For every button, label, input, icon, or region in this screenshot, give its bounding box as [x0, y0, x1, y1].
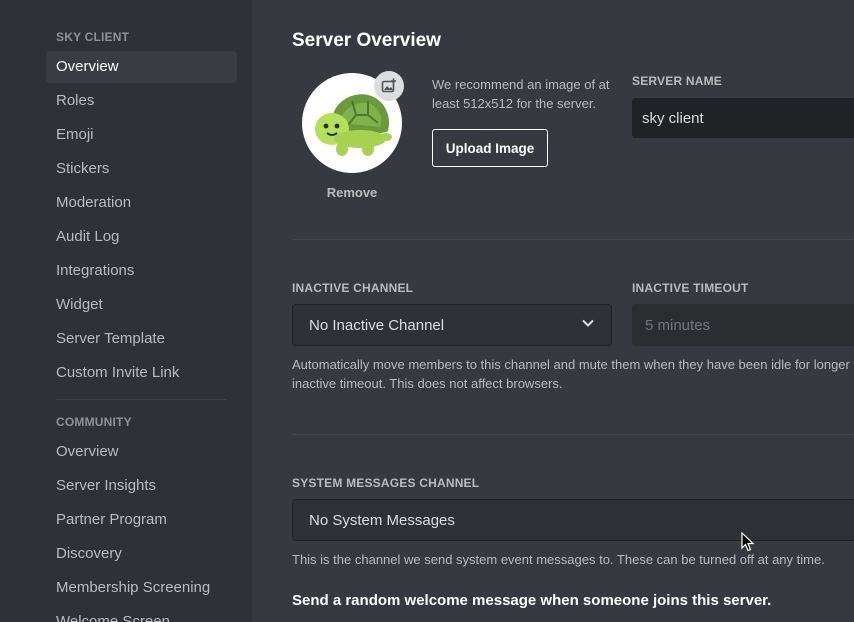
sidebar-item-server-template[interactable]: Server Template — [46, 323, 237, 355]
sidebar-item-welcome-screen[interactable]: Welcome Screen — [46, 606, 237, 622]
inactive-help-line-1: Automatically move members to this chann… — [292, 357, 854, 372]
remove-icon-link[interactable]: Remove — [312, 185, 392, 200]
welcome-message-toggle-label: Send a random welcome message when someo… — [292, 592, 772, 609]
settings-sidebar: SKY CLIENT Overview Roles Emoji Stickers… — [0, 0, 252, 622]
sidebar-item-server-insights[interactable]: Server Insights — [46, 470, 237, 502]
sidebar-item-roles[interactable]: Roles — [46, 85, 237, 117]
section-divider — [292, 434, 854, 435]
inactive-channel-label: INACTIVE CHANNEL — [292, 281, 414, 295]
server-name-input[interactable]: sky client — [632, 98, 854, 138]
chevron-down-icon — [581, 316, 595, 334]
sidebar-item-emoji[interactable]: Emoji — [46, 119, 237, 151]
sidebar-item-widget[interactable]: Widget — [46, 289, 237, 321]
sidebar-item-membership-screening[interactable]: Membership Screening — [46, 572, 237, 604]
sidebar-item-discovery[interactable]: Discovery — [46, 538, 237, 570]
icon-recommendation-text: We recommend an image of at least 512x51… — [432, 77, 610, 111]
server-settings-window: SKY CLIENT Overview Roles Emoji Stickers… — [0, 0, 854, 622]
server-icon-uploader[interactable] — [302, 71, 404, 173]
inactive-timeout-label: INACTIVE TIMEOUT — [632, 281, 749, 295]
server-section-header: SKY CLIENT — [56, 30, 130, 44]
add-image-icon[interactable] — [374, 71, 404, 101]
upload-image-button[interactable]: Upload Image — [432, 129, 548, 167]
inactive-timeout-select[interactable]: 5 minutes — [632, 304, 854, 346]
sidebar-item-stickers[interactable]: Stickers — [46, 153, 237, 185]
community-section-header: COMMUNITY — [56, 415, 132, 429]
page-title: Server Overview — [292, 30, 441, 51]
server-name-label: SERVER NAME — [632, 74, 722, 88]
system-messages-select[interactable]: No System Messages — [292, 499, 854, 541]
sidebar-item-custom-invite-link[interactable]: Custom Invite Link — [46, 357, 237, 389]
sidebar-item-integrations[interactable]: Integrations — [46, 255, 237, 287]
sidebar-item-partner-program[interactable]: Partner Program — [46, 504, 237, 536]
inactive-channel-value: No Inactive Channel — [309, 316, 445, 334]
sidebar-item-community-overview[interactable]: Overview — [46, 436, 237, 468]
settings-content: Server Overview Remove We recommend an i… — [252, 0, 854, 622]
section-divider — [292, 239, 854, 240]
inactive-channel-select[interactable]: No Inactive Channel — [292, 304, 612, 346]
sidebar-divider — [56, 399, 226, 400]
inactive-help-line-2: inactive timeout. This does not affect b… — [292, 376, 563, 391]
sidebar-item-overview[interactable]: Overview — [46, 51, 237, 83]
system-messages-label: SYSTEM MESSAGES CHANNEL — [292, 476, 480, 490]
system-messages-value: No System Messages — [309, 511, 455, 529]
mouse-cursor-icon — [741, 531, 755, 557]
sidebar-item-moderation[interactable]: Moderation — [46, 187, 237, 219]
sidebar-item-audit-log[interactable]: Audit Log — [46, 221, 237, 253]
